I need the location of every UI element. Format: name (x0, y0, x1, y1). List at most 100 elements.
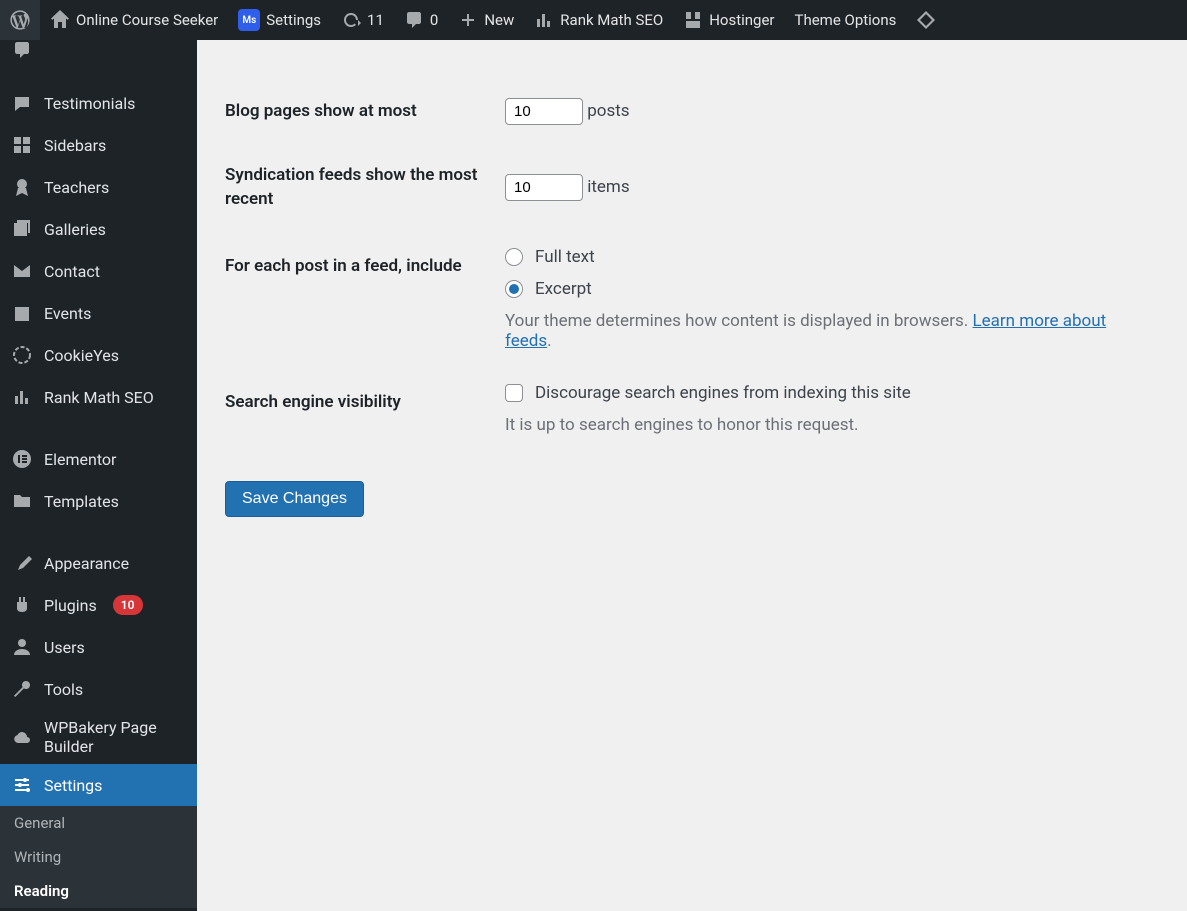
home-icon (50, 10, 70, 30)
radio-excerpt[interactable] (505, 280, 523, 298)
label-feed-include: For each post in a feed, include (225, 231, 495, 367)
sidebar-item-label: Testimonials (44, 94, 135, 113)
folder-icon (12, 491, 32, 511)
sidebar-item-label: Contact (44, 262, 100, 281)
radio-full-text[interactable] (505, 248, 523, 266)
adminbar-item-diamond[interactable] (906, 0, 946, 40)
admin-toolbar: Online Course Seeker Ms Settings 11 0 Ne… (0, 0, 1187, 40)
quote-icon (12, 93, 32, 113)
sidebar-item-users[interactable]: Users (0, 626, 197, 668)
user-icon (12, 637, 32, 657)
diamond-icon (916, 10, 936, 30)
calendar-icon (12, 303, 32, 323)
sidebar-item-testimonials[interactable]: Testimonials (0, 82, 197, 124)
radio-full-text-label: Full text (535, 247, 595, 267)
label-syndication-feeds: Syndication feeds show the most recent (225, 144, 495, 232)
content-area: Blog pages show at most posts Syndicatio… (197, 40, 1187, 911)
sidebar-item-label: Tools (44, 680, 83, 699)
label-blog-pages: Blog pages show at most (225, 80, 495, 144)
adminbar-item-mssettings[interactable]: Ms Settings (228, 0, 331, 40)
sidebar-item-label: Templates (44, 492, 119, 511)
grid-icon (12, 135, 32, 155)
sidebar-item-rankmath[interactable]: Rank Math SEO (0, 376, 197, 418)
mail-icon (12, 261, 32, 281)
input-blog-pages[interactable] (505, 98, 583, 125)
feed-description: Your theme determines how content is dis… (505, 311, 1149, 351)
sidebar-item-templates[interactable]: Templates (0, 480, 197, 522)
new-label: New (484, 11, 514, 29)
sidebar-item-label: Rank Math SEO (44, 388, 154, 407)
comments-count: 0 (430, 11, 438, 29)
sidebar-item-teachers[interactable]: Teachers (0, 166, 197, 208)
sidebar-item-wpbakery[interactable]: WPBakery Page Builder (0, 710, 197, 764)
sidebar-item-events[interactable]: Events (0, 292, 197, 334)
sidebar-item-elementor[interactable]: Elementor (0, 438, 197, 480)
rankmath-label: Rank Math SEO (560, 11, 663, 29)
hostinger-label: Hostinger (709, 11, 774, 29)
adminbar-item-hostinger[interactable]: Hostinger (673, 0, 784, 40)
plugin-icon (12, 595, 32, 615)
admin-sidebar: Comments Testimonials Sidebars Teachers … (0, 40, 197, 911)
gallery-icon (12, 219, 32, 239)
adminbar-item-comments[interactable]: 0 (394, 0, 448, 40)
plus-icon (458, 10, 478, 30)
updates-count: 11 (367, 11, 384, 29)
sidebar-item-label: Sidebars (44, 136, 106, 155)
submenu-item-general[interactable]: General (0, 806, 197, 840)
theme-options-label: Theme Options (795, 11, 897, 29)
radio-excerpt-label: Excerpt (535, 279, 592, 299)
elementor-icon (12, 449, 32, 469)
cookie-icon (12, 345, 32, 365)
adminbar-item-updates[interactable]: 11 (331, 0, 394, 40)
sidebar-item-label: Appearance (44, 554, 129, 573)
sidebar-item-label: Elementor (44, 450, 116, 469)
chart-icon (534, 10, 554, 30)
wordpress-icon (10, 10, 30, 30)
ms-settings-label: Settings (266, 11, 321, 29)
sidebar-item-galleries[interactable]: Galleries (0, 208, 197, 250)
cloud-icon (12, 727, 32, 747)
sidebar-item-comments[interactable]: Comments (0, 40, 197, 82)
sidebar-item-label: Events (44, 304, 91, 323)
input-feeds[interactable] (505, 174, 583, 201)
label-search-visibility: Search engine visibility (225, 367, 495, 451)
award-icon (12, 177, 32, 197)
sidebar-item-contact[interactable]: Contact (0, 250, 197, 292)
ms-icon: Ms (238, 9, 260, 31)
adminbar-item-site[interactable]: Online Course Seeker (40, 0, 228, 40)
sidebar-item-label: Galleries (44, 220, 106, 239)
save-changes-button[interactable]: Save Changes (225, 481, 364, 517)
sliders-icon (12, 775, 32, 795)
sidebar-item-label: Users (44, 638, 85, 657)
sidebar-item-sidebars[interactable]: Sidebars (0, 124, 197, 166)
sidebar-item-tools[interactable]: Tools (0, 668, 197, 710)
sidebar-item-settings[interactable]: Settings (0, 764, 197, 806)
checkbox-discourage-label: Discourage search engines from indexing … (535, 383, 911, 403)
sidebar-item-plugins[interactable]: Plugins 10 (0, 584, 197, 626)
sidebar-item-label: WPBakery Page Builder (44, 718, 185, 756)
site-title: Online Course Seeker (76, 11, 218, 29)
submenu-item-reading[interactable]: Reading (0, 874, 197, 908)
sidebar-item-cookieyes[interactable]: CookieYes (0, 334, 197, 376)
chart-icon (12, 387, 32, 407)
adminbar-item-new[interactable]: New (448, 0, 524, 40)
suffix-items: items (587, 177, 629, 197)
wp-logo-menu[interactable] (0, 0, 40, 40)
menu-separator (0, 522, 197, 542)
menu-separator (0, 418, 197, 438)
adminbar-item-theme-options[interactable]: Theme Options (785, 0, 907, 40)
brush-icon (12, 553, 32, 573)
adminbar-item-rankmath[interactable]: Rank Math SEO (524, 0, 673, 40)
refresh-icon (341, 10, 361, 30)
visibility-description: It is up to search engines to honor this… (505, 415, 1149, 435)
wrench-icon (12, 679, 32, 699)
sidebar-item-label: Plugins (44, 596, 97, 615)
comment-icon (404, 10, 424, 30)
checkbox-discourage-search[interactable] (505, 384, 523, 402)
sidebar-item-appearance[interactable]: Appearance (0, 542, 197, 584)
sidebar-item-label: CookieYes (44, 346, 119, 365)
submenu-item-writing[interactable]: Writing (0, 840, 197, 874)
comment-icon (12, 40, 32, 60)
sidebar-item-label: Teachers (44, 178, 109, 197)
suffix-posts: posts (587, 101, 629, 121)
